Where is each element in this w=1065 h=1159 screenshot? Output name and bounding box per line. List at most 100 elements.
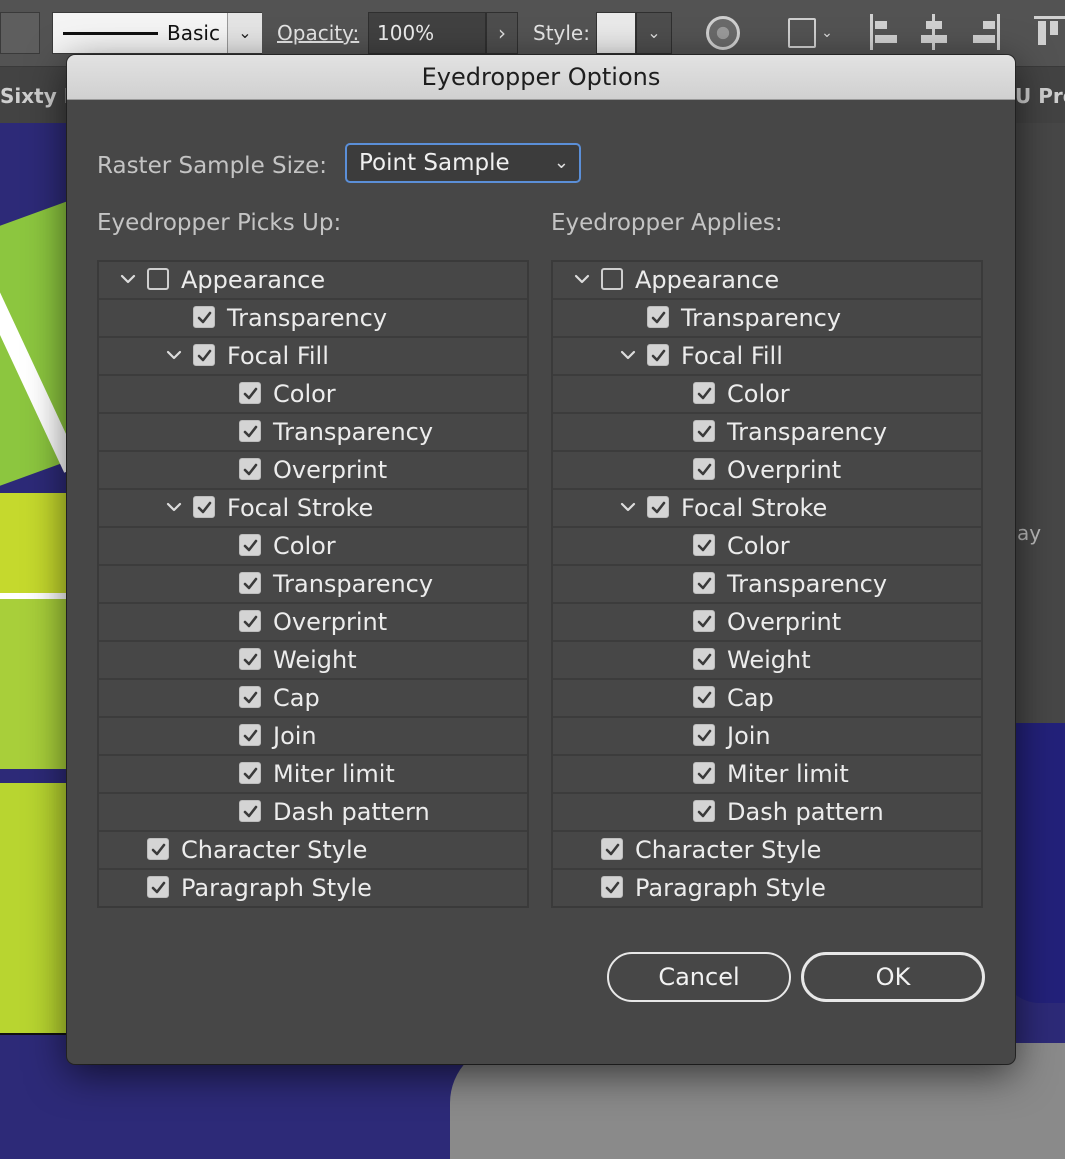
applies-row-transparency[interactable]: Transparency [553,566,981,604]
checkbox-checked[interactable] [693,648,715,670]
picks-up-row-transparency[interactable]: Transparency [99,300,527,338]
chevron-down-icon[interactable]: ⌄ [636,12,672,54]
chevron-down-icon: ⌄ [227,13,262,53]
align-top-icon[interactable] [1034,14,1065,50]
stroke-profile-dropdown[interactable]: Basic ⌄ [52,12,262,54]
document-tab-left[interactable]: Sixty F [0,84,77,108]
checkbox-checked[interactable] [147,876,169,898]
option-label: Join [273,722,317,750]
checkbox-checked[interactable] [193,496,215,518]
applies-row-focal-fill[interactable]: Focal Fill [553,338,981,376]
picks-up-row-dash-pattern[interactable]: Dash pattern [99,794,527,832]
checkbox-checked[interactable] [693,382,715,404]
checkbox-checked[interactable] [693,800,715,822]
picks-up-row-color[interactable]: Color [99,528,527,566]
fill-dropdown[interactable] [0,12,40,54]
disclosure-chevron-icon[interactable] [163,496,185,518]
disclosure-chevron-icon[interactable] [617,344,639,366]
disclosure-chevron-icon[interactable] [117,268,139,290]
applies-row-transparency[interactable]: Transparency [553,300,981,338]
option-label: Overprint [727,456,842,484]
picks-up-row-appearance[interactable]: Appearance [99,262,527,300]
opacity-label[interactable]: Opacity: [277,21,359,45]
applies-row-character-style[interactable]: Character Style [553,832,981,870]
checkbox-unchecked[interactable] [601,268,623,290]
applies-row-focal-stroke[interactable]: Focal Stroke [553,490,981,528]
picks-up-row-focal-fill[interactable]: Focal Fill [99,338,527,376]
applies-row-color[interactable]: Color [553,376,981,414]
disclosure-chevron-icon[interactable] [571,268,593,290]
option-label: Paragraph Style [181,874,372,902]
graphic-style-swatch[interactable] [596,12,636,54]
checkbox-checked[interactable] [693,686,715,708]
picks-up-row-transparency[interactable]: Transparency [99,414,527,452]
picks-up-row-color[interactable]: Color [99,376,527,414]
picks-up-row-overprint[interactable]: Overprint [99,452,527,490]
picks-up-row-overprint[interactable]: Overprint [99,604,527,642]
checkbox-checked[interactable] [693,610,715,632]
checkbox-checked[interactable] [647,496,669,518]
picks-up-row-miter-limit[interactable]: Miter limit [99,756,527,794]
ok-button[interactable]: OK [801,952,985,1002]
checkbox-checked[interactable] [239,762,261,784]
opacity-input[interactable]: 100% [368,12,486,54]
chevron-down-icon[interactable]: ⌄ [818,18,836,48]
picks-up-tree: Appearance Transparency Focal Fill Color Tra… [97,260,529,908]
checkbox-checked[interactable] [147,838,169,860]
checkbox-checked[interactable] [239,648,261,670]
checkbox-unchecked[interactable] [147,268,169,290]
applies-row-join[interactable]: Join [553,718,981,756]
picks-up-row-character-style[interactable]: Character Style [99,832,527,870]
align-left-icon[interactable] [868,14,900,50]
picks-up-row-focal-stroke[interactable]: Focal Stroke [99,490,527,528]
applies-row-color[interactable]: Color [553,528,981,566]
checkbox-checked[interactable] [239,382,261,404]
checkbox-checked[interactable] [693,458,715,480]
checkbox-checked[interactable] [239,724,261,746]
checkbox-checked[interactable] [239,458,261,480]
checkbox-checked[interactable] [193,344,215,366]
applies-row-cap[interactable]: Cap [553,680,981,718]
checkbox-checked[interactable] [693,724,715,746]
applies-row-overprint[interactable]: Overprint [553,452,981,490]
picks-up-row-cap[interactable]: Cap [99,680,527,718]
checkbox-checked[interactable] [239,686,261,708]
chevron-right-icon[interactable]: › [486,12,518,54]
checkbox-checked[interactable] [239,420,261,442]
checkbox-checked[interactable] [647,306,669,328]
option-label: Transparency [273,418,434,446]
checkbox-checked[interactable] [239,572,261,594]
align-right-icon[interactable] [970,14,1002,50]
picks-up-row-paragraph-style[interactable]: Paragraph Style [99,870,527,908]
applies-row-appearance[interactable]: Appearance [553,262,981,300]
checkbox-checked[interactable] [601,838,623,860]
checkbox-checked[interactable] [193,306,215,328]
applies-row-overprint[interactable]: Overprint [553,604,981,642]
picks-up-row-transparency[interactable]: Transparency [99,566,527,604]
document-tab-right[interactable]: U Pre [1015,84,1065,108]
disclosure-chevron-icon[interactable] [163,344,185,366]
picks-up-row-join[interactable]: Join [99,718,527,756]
applies-row-weight[interactable]: Weight [553,642,981,680]
checkbox-checked[interactable] [693,420,715,442]
checkbox-checked[interactable] [693,572,715,594]
recolor-artwork-icon[interactable] [706,16,740,50]
align-center-icon[interactable] [918,14,950,50]
applies-row-miter-limit[interactable]: Miter limit [553,756,981,794]
picks-up-row-weight[interactable]: Weight [99,642,527,680]
disclosure-chevron-icon[interactable] [617,496,639,518]
applies-row-paragraph-style[interactable]: Paragraph Style [553,870,981,908]
applies-row-dash-pattern[interactable]: Dash pattern [553,794,981,832]
checkbox-checked[interactable] [647,344,669,366]
checkbox-checked[interactable] [693,534,715,556]
checkbox-checked[interactable] [693,762,715,784]
dialog-titlebar[interactable]: Eyedropper Options [67,55,1015,100]
applies-row-transparency[interactable]: Transparency [553,414,981,452]
checkbox-checked[interactable] [239,610,261,632]
cancel-button[interactable]: Cancel [607,952,791,1002]
checkbox-checked[interactable] [239,534,261,556]
raster-sample-size-select[interactable]: Point Sample ⌄ [345,143,581,183]
checkbox-checked[interactable] [601,876,623,898]
document-setup-icon[interactable] [788,18,816,48]
checkbox-checked[interactable] [239,800,261,822]
